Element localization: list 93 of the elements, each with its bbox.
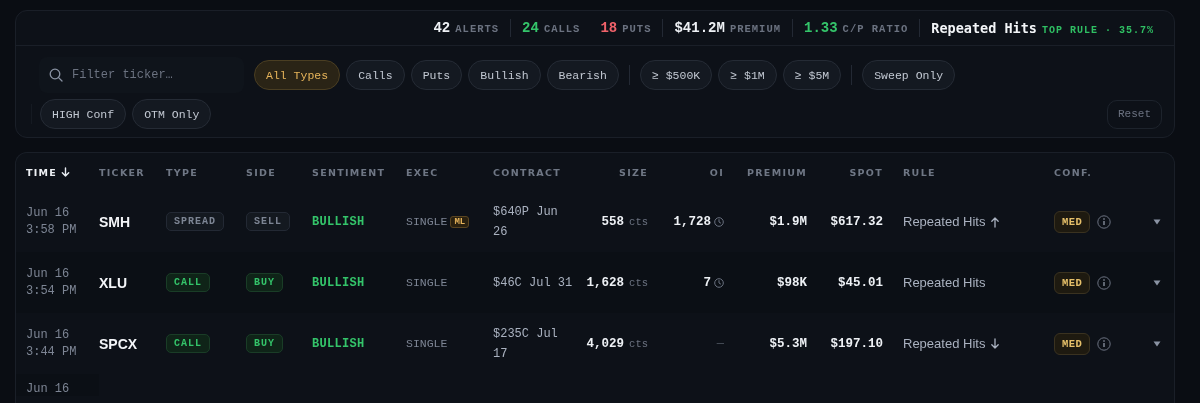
column-header[interactable]: TICKER	[99, 166, 145, 178]
oi-value: 7	[703, 275, 711, 290]
contract-text: $235C Jul 17	[493, 325, 559, 363]
column-header[interactable]: CONTRACT	[493, 166, 561, 178]
type-badge: SPREAD	[166, 212, 224, 231]
size-value: 558	[601, 214, 625, 229]
stat-value: Repeated Hits	[931, 20, 1037, 36]
time-text: 3:54 PM	[26, 284, 77, 298]
arrow-down-icon	[990, 337, 1001, 350]
stat-value: 24	[522, 20, 539, 36]
stat-value: 1.33	[804, 20, 838, 36]
caret-down-icon	[1153, 218, 1161, 225]
arrow-up-icon	[990, 215, 1001, 228]
date-text: Jun 16	[26, 382, 70, 396]
filter-chip[interactable]: HIGH Conf	[40, 99, 127, 129]
stat-label: PUTS	[622, 23, 652, 35]
info-icon	[1097, 275, 1112, 290]
size-unit: cts	[629, 215, 648, 228]
confidence-badge: MED	[1054, 332, 1091, 355]
stat-label: TOP RULE · 35.7%	[1042, 25, 1154, 36]
column-header[interactable]: EXEC	[406, 166, 439, 178]
filter-chip[interactable]: ≥ $1M	[718, 60, 777, 90]
sentiment-text: BULLISH	[312, 275, 365, 290]
spot-value: $617.32	[830, 214, 883, 229]
spot-value: $197.10	[830, 336, 883, 351]
reset-button[interactable]: Reset	[1107, 99, 1162, 129]
exec-text: SINGLE	[406, 337, 448, 350]
size-unit: cts	[629, 276, 648, 289]
filter-chip[interactable]: Calls	[346, 60, 405, 90]
column-header[interactable]: SPOT	[849, 166, 883, 178]
stat-value: $41.2M	[674, 20, 725, 36]
filter-chip[interactable]: Puts	[410, 60, 463, 90]
rule-text: Repeated Hits	[903, 336, 986, 351]
confidence-badge: MED	[1054, 210, 1091, 233]
column-header[interactable]: SENTIMENT	[312, 166, 386, 178]
date-text: Jun 16	[26, 267, 70, 281]
info-icon	[1097, 214, 1112, 229]
size-value: 1,628	[586, 275, 625, 290]
column-header[interactable]: CONF.	[1054, 166, 1093, 178]
stat-label: C/P RATIO	[842, 23, 909, 35]
column-header[interactable]: SIDE	[246, 166, 276, 178]
stat-label: PREMIUM	[729, 23, 781, 35]
spot-value: $45.01	[838, 275, 883, 290]
ml-badge: ML	[450, 215, 470, 228]
caret-down-icon	[1153, 279, 1161, 286]
filter-chip[interactable]: Bearish	[546, 60, 619, 90]
sentiment-text: BULLISH	[312, 336, 365, 351]
filter-chip[interactable]: ≥ $500K	[639, 60, 713, 90]
date-text: Jun 16	[26, 328, 70, 342]
exec-text: SINGLE	[406, 276, 448, 289]
ticker-text: SPCX	[99, 335, 138, 352]
premium-value: $5.3M	[769, 336, 807, 351]
sentiment-text: BULLISH	[312, 214, 365, 229]
side-badge: BUY	[246, 334, 283, 353]
stat-value: 42	[433, 20, 451, 36]
stat-label: CALLS	[543, 23, 581, 35]
side-badge: BUY	[246, 273, 283, 292]
contract-text: $640P Jun 26	[493, 203, 559, 241]
type-badge: CALL	[166, 334, 210, 353]
side-badge: SELL	[246, 212, 290, 231]
filter-chip[interactable]: Bullish	[468, 60, 541, 90]
column-header[interactable]: TIME	[26, 166, 58, 178]
column-header[interactable]: PREMIUM	[746, 166, 807, 178]
premium-value: $98K	[777, 275, 807, 290]
size-unit: cts	[629, 337, 648, 350]
premium-value: $1.9M	[769, 214, 807, 229]
confidence-badge: MED	[1054, 271, 1091, 294]
rule-text: Repeated Hits	[903, 275, 986, 290]
ticker-text: SMH	[99, 213, 131, 230]
date-text: Jun 16	[26, 206, 70, 220]
oi-value: —	[716, 336, 724, 351]
exec-text: SINGLE	[406, 215, 448, 228]
type-badge: CALL	[166, 273, 210, 292]
contract-text: $46C Jul 31	[493, 274, 573, 292]
time-text: 3:58 PM	[26, 223, 77, 237]
filter-chip[interactable]: OTM Only	[132, 99, 212, 129]
filter-chip[interactable]: Sweep Only	[862, 60, 956, 90]
info-icon	[1097, 336, 1112, 351]
column-header[interactable]: RULE	[903, 166, 936, 178]
filter-chip[interactable]: ≥ $5M	[782, 60, 842, 90]
ticker-text: XLU	[99, 274, 127, 291]
stat-label: ALERTS	[455, 23, 500, 35]
stat-value: 18	[600, 20, 618, 36]
rule-text: Repeated Hits	[903, 214, 986, 229]
time-text: 3:44 PM	[26, 345, 77, 359]
filter-chip[interactable]: All Types	[254, 60, 341, 90]
sort-down-icon	[61, 167, 71, 177]
column-header[interactable]: TYPE	[166, 166, 198, 178]
column-header[interactable]: SIZE	[619, 166, 648, 178]
caret-down-icon	[1153, 340, 1161, 347]
size-value: 4,029	[586, 336, 625, 351]
column-header[interactable]: OI	[709, 166, 724, 178]
oi-value: 1,728	[673, 214, 711, 229]
